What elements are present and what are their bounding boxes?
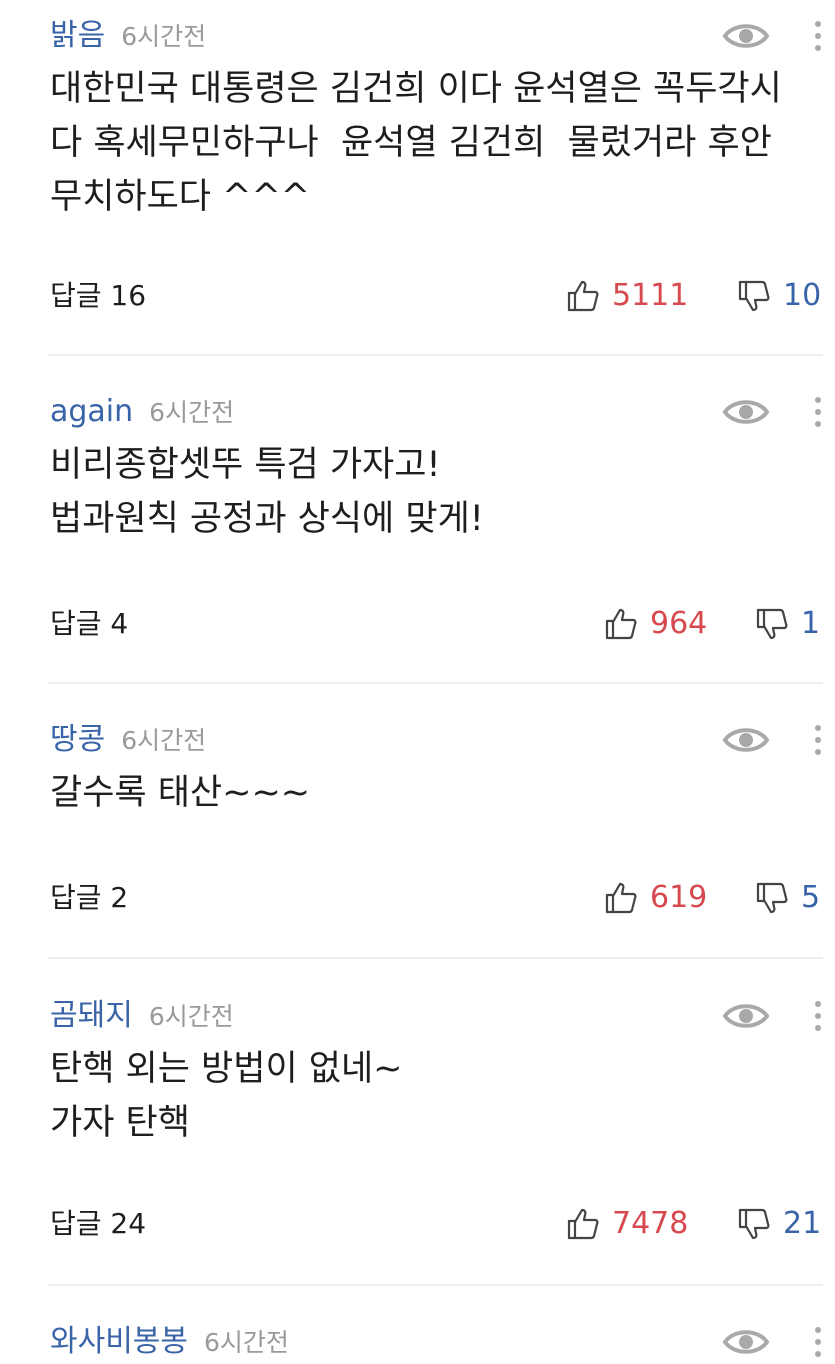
more-vertical-icon[interactable] bbox=[806, 16, 830, 56]
dislike-count: 21 bbox=[783, 1206, 822, 1241]
eye-icon[interactable] bbox=[722, 998, 770, 1034]
like-button[interactable]: 7478 bbox=[566, 1204, 688, 1244]
comment-item: 땅콩 6시간전 갈수록 태산~~~ 답글 2 619 5 bbox=[0, 720, 835, 950]
like-button[interactable]: 619 bbox=[604, 878, 707, 918]
thumbs-down-icon bbox=[738, 1208, 770, 1240]
thumbs-down-icon bbox=[756, 882, 788, 914]
comment-nickname[interactable]: again bbox=[50, 392, 133, 432]
like-count: 7478 bbox=[612, 1206, 689, 1241]
comment-nickname[interactable]: 땅콩 bbox=[50, 720, 105, 760]
comment-header: again 6시간전 bbox=[50, 392, 234, 432]
thumbs-up-icon bbox=[605, 882, 637, 914]
dislike-count: 5 bbox=[801, 880, 821, 915]
comment-header: 땅콩 6시간전 bbox=[50, 720, 206, 760]
dislike-button[interactable]: 5 bbox=[755, 878, 820, 918]
like-button[interactable]: 964 bbox=[604, 604, 707, 644]
thumbs-down-icon bbox=[756, 608, 788, 640]
comment-time: 6시간전 bbox=[148, 1002, 234, 1031]
comment-body: 갈수록 태산~~~ bbox=[50, 773, 311, 813]
comment-item: again 6시간전 비리종합셋뚜 특검 가자고! 법과원칙 공정과 상식에 맞… bbox=[0, 392, 835, 672]
like-count: 5111 bbox=[612, 278, 689, 313]
comment-item: 와사비봉봉 6시간전 bbox=[0, 1322, 835, 1364]
comment-time: 6시간전 bbox=[121, 726, 207, 755]
like-button[interactable]: 5111 bbox=[566, 276, 688, 316]
comment-nickname[interactable]: 밝음 bbox=[50, 16, 105, 56]
more-vertical-icon[interactable] bbox=[806, 1322, 830, 1362]
more-vertical-icon[interactable] bbox=[806, 392, 830, 432]
like-count: 619 bbox=[650, 880, 708, 915]
comment-nickname[interactable]: 와사비봉봉 bbox=[50, 1322, 188, 1362]
dislike-button[interactable]: 10 bbox=[737, 276, 821, 316]
comment-time: 6시간전 bbox=[149, 398, 235, 427]
reply-button[interactable]: 답글 2 bbox=[50, 878, 128, 918]
thumbs-up-icon bbox=[605, 608, 637, 640]
reply-button[interactable]: 답글 16 bbox=[50, 276, 146, 316]
comment-body: 비리종합셋뚜 특검 가자고! 법과원칙 공정과 상식에 맞게! bbox=[50, 445, 484, 539]
divider bbox=[48, 1284, 823, 1286]
comment-time: 6시간전 bbox=[204, 1328, 289, 1357]
reply-button[interactable]: 답글 4 bbox=[50, 604, 128, 644]
more-vertical-icon[interactable] bbox=[806, 720, 830, 760]
thumbs-up-icon bbox=[567, 280, 599, 312]
dislike-button[interactable]: 21 bbox=[737, 1204, 821, 1244]
comment-item: 밝음 6시간전 대한민국 대통령은 김건희 이다 윤석열은 꼭두각시 다 혹세무… bbox=[0, 16, 835, 346]
comment-body: 탄핵 외는 방법이 없네~ 가자 탄핵 bbox=[50, 1049, 403, 1143]
eye-icon[interactable] bbox=[722, 722, 770, 758]
dislike-count: 10 bbox=[783, 278, 822, 313]
comment-nickname[interactable]: 곰돼지 bbox=[50, 996, 133, 1036]
comment-header: 곰돼지 6시간전 bbox=[50, 996, 234, 1036]
thumbs-up-icon bbox=[567, 1208, 599, 1240]
comment-header: 밝음 6시간전 bbox=[50, 16, 206, 56]
comment-header: 와사비봉봉 6시간전 bbox=[50, 1322, 289, 1362]
divider bbox=[48, 957, 823, 959]
reply-button[interactable]: 답글 24 bbox=[50, 1204, 146, 1244]
comment-item: 곰돼지 6시간전 탄핵 외는 방법이 없네~ 가자 탄핵 답글 24 7478 … bbox=[0, 996, 835, 1276]
like-count: 964 bbox=[650, 606, 708, 641]
eye-icon[interactable] bbox=[722, 18, 770, 54]
eye-icon[interactable] bbox=[722, 394, 770, 430]
dislike-count: 1 bbox=[801, 606, 821, 641]
more-vertical-icon[interactable] bbox=[806, 996, 830, 1036]
comment-time: 6시간전 bbox=[121, 22, 207, 51]
eye-icon[interactable] bbox=[722, 1324, 770, 1360]
comment-body: 대한민국 대통령은 김건희 이다 윤석열은 꼭두각시 다 혹세무민하구나 윤석열… bbox=[50, 69, 782, 217]
divider bbox=[48, 354, 823, 356]
thumbs-down-icon bbox=[738, 280, 770, 312]
divider bbox=[48, 682, 823, 684]
dislike-button[interactable]: 1 bbox=[755, 604, 820, 644]
